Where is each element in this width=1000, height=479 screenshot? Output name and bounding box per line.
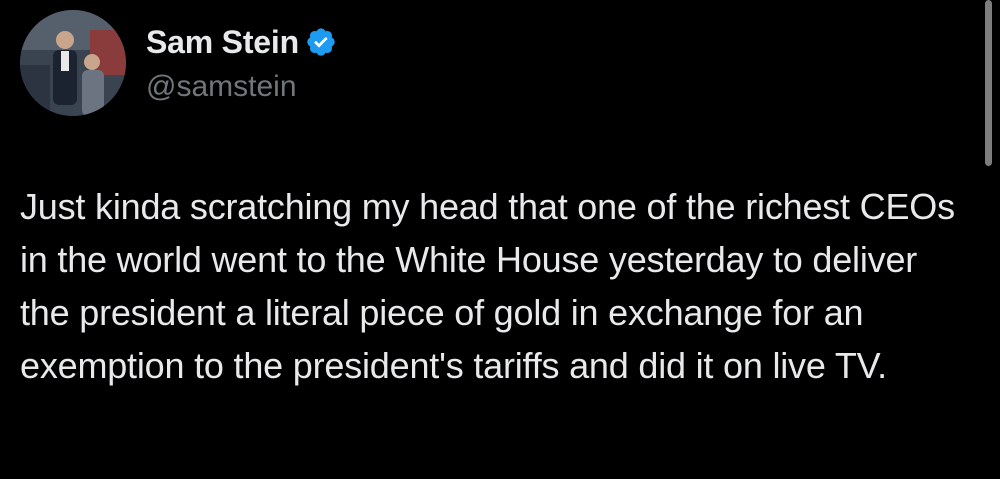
author-display-name[interactable]: Sam Stein <box>146 24 299 61</box>
author-name-row: Sam Stein <box>146 22 337 62</box>
verified-badge-icon <box>305 26 337 58</box>
author-avatar[interactable] <box>20 10 126 116</box>
profile-photo <box>20 10 126 116</box>
tweet: Sam Stein @samstein Just kinda scratchin… <box>0 0 1000 479</box>
author-handle[interactable]: @samstein <box>146 70 297 104</box>
scrollbar-thumb[interactable] <box>985 0 992 166</box>
tweet-text: Just kinda scratching my head that one o… <box>20 186 955 386</box>
